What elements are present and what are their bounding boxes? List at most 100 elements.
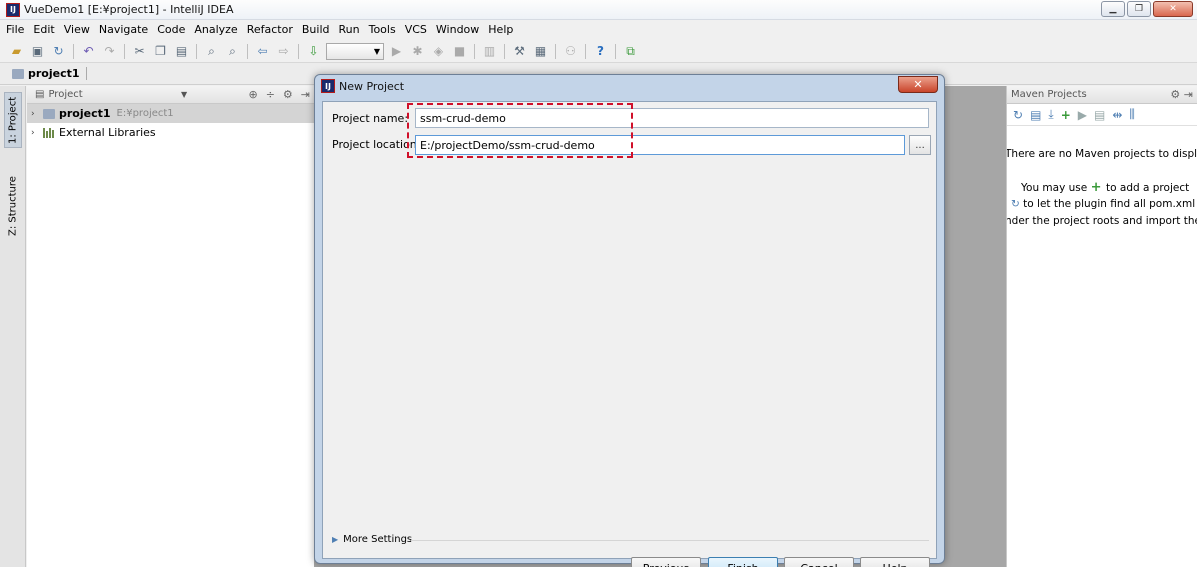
folder-icon bbox=[12, 68, 24, 79]
maven-tool-window: Maven Projects ⚙ ⇥ ↻ ▤ ⤓ + ▶ ▤ ⇹ ⫼ There… bbox=[1006, 86, 1197, 567]
run-config-combo[interactable]: ▼ bbox=[326, 42, 384, 60]
toolbar-separator bbox=[555, 43, 556, 59]
project-name-input[interactable] bbox=[415, 108, 929, 128]
close-icon: ✕ bbox=[913, 78, 923, 91]
help-button[interactable]: Help bbox=[860, 557, 930, 567]
tab-project-label: 1: Project bbox=[7, 96, 19, 144]
more-settings-toggle[interactable]: ▶ More Settings bbox=[332, 534, 412, 545]
menu-tools[interactable]: Tools bbox=[369, 23, 396, 36]
more-settings-label: More Settings bbox=[343, 534, 413, 545]
project-structure-icon[interactable]: ▦ bbox=[532, 43, 549, 60]
menu-build[interactable]: Build bbox=[302, 23, 330, 36]
menu-window[interactable]: Window bbox=[436, 23, 479, 36]
skip-tests-icon[interactable]: ⫼ bbox=[1129, 107, 1135, 122]
run-maven-icon[interactable]: ▶ bbox=[1078, 108, 1087, 122]
gear-icon[interactable]: ⚙ bbox=[1170, 88, 1180, 101]
menu-run[interactable]: Run bbox=[339, 23, 360, 36]
tree-item-external-libraries[interactable]: › External Libraries bbox=[27, 123, 314, 142]
sync-icon[interactable]: ↻ bbox=[50, 43, 67, 60]
minimize-button[interactable]: ▁ bbox=[1101, 1, 1125, 17]
toggle-offline-icon[interactable]: ⇹ bbox=[1112, 108, 1122, 122]
menu-vcs[interactable]: VCS bbox=[405, 23, 427, 36]
dialog-title: New Project bbox=[339, 79, 405, 93]
cut-icon[interactable]: ✂ bbox=[131, 43, 148, 60]
chevron-down-icon: ▼ bbox=[373, 46, 380, 56]
undo-icon[interactable]: ↶ bbox=[80, 43, 97, 60]
maven-panel-actions: ⚙ ⇥ bbox=[1170, 88, 1193, 101]
maven-toolbar: ↻ ▤ ⤓ + ▶ ▤ ⇹ ⫼ bbox=[1007, 104, 1197, 126]
browse-location-button[interactable]: ... bbox=[909, 135, 931, 155]
paste-icon[interactable]: ▤ bbox=[173, 43, 190, 60]
tree-item-label: project1 bbox=[59, 107, 111, 120]
help-icon[interactable]: ? bbox=[592, 43, 609, 60]
breadcrumb-project[interactable]: project1 bbox=[28, 67, 87, 80]
menu-view[interactable]: View bbox=[64, 23, 90, 36]
chevron-right-icon: ▶ bbox=[332, 535, 339, 544]
menu-analyze[interactable]: Analyze bbox=[194, 23, 237, 36]
open-folder-icon[interactable]: ▰ bbox=[8, 43, 25, 60]
vcs-icon[interactable]: ▥ bbox=[481, 43, 498, 60]
plugin-icon[interactable]: ⧉ bbox=[622, 43, 639, 60]
cancel-button[interactable]: Cancel bbox=[784, 557, 854, 567]
download-icon[interactable]: ⤓ bbox=[1048, 107, 1053, 122]
project-panel-actions: ⊕ ÷ ⚙ ⇥ bbox=[248, 88, 310, 101]
save-icon[interactable]: ▣ bbox=[29, 43, 46, 60]
project-view-selector[interactable]: Project bbox=[48, 89, 82, 100]
project-panel-icon: ▤ bbox=[35, 89, 45, 100]
menu-edit[interactable]: Edit bbox=[33, 23, 54, 36]
finish-button[interactable]: Finish bbox=[708, 557, 778, 567]
maven-hint-text: to add a project bbox=[1106, 182, 1190, 194]
scroll-to-source-icon[interactable]: ⊕ bbox=[248, 88, 257, 101]
project-location-input[interactable] bbox=[415, 135, 905, 155]
execute-goal-icon[interactable]: ▤ bbox=[1094, 108, 1105, 122]
find-icon[interactable]: ⌕ bbox=[203, 43, 220, 60]
dialog-close-button[interactable]: ✕ bbox=[898, 76, 938, 93]
menu-help[interactable]: Help bbox=[488, 23, 513, 36]
restore-button[interactable]: ❐ bbox=[1127, 1, 1151, 17]
gear-icon[interactable]: ⚙ bbox=[283, 88, 293, 101]
back-icon[interactable]: ⇦ bbox=[254, 43, 271, 60]
chevron-right-icon[interactable]: › bbox=[31, 109, 43, 119]
settings-icon[interactable]: ⚒ bbox=[511, 43, 528, 60]
tab-structure[interactable]: Z: Structure bbox=[4, 170, 22, 242]
sdk-icon[interactable]: ⚇ bbox=[562, 43, 579, 60]
tree-item-project1[interactable]: › project1 E:¥project1 bbox=[27, 104, 314, 123]
collapse-all-icon[interactable]: ÷ bbox=[266, 88, 275, 101]
tree-item-label: External Libraries bbox=[59, 126, 156, 139]
copy-icon[interactable]: ❐ bbox=[152, 43, 169, 60]
window-title-bar: IJ VueDemo1 [E:¥project1] - IntelliJ IDE… bbox=[0, 0, 1197, 20]
previous-button[interactable]: Previous bbox=[631, 557, 701, 567]
tab-project[interactable]: 1: Project bbox=[4, 92, 22, 148]
debug-icon[interactable]: ✱ bbox=[409, 43, 426, 60]
maven-hint-text: You may use bbox=[1021, 182, 1088, 194]
toolbar-separator bbox=[615, 43, 616, 59]
hide-icon[interactable]: ⇥ bbox=[1184, 88, 1193, 101]
menu-code[interactable]: Code bbox=[157, 23, 185, 36]
library-icon bbox=[43, 127, 55, 138]
menu-refactor[interactable]: Refactor bbox=[247, 23, 293, 36]
coverage-icon[interactable]: ◈ bbox=[430, 43, 447, 60]
dialog-title-bar: IJ New Project bbox=[321, 79, 404, 93]
maven-empty-message: There are no Maven projects to displa bbox=[1006, 148, 1197, 160]
build-icon[interactable]: ⇩ bbox=[305, 43, 322, 60]
left-tool-strip: 1: Project Z: Structure bbox=[0, 86, 26, 567]
redo-icon[interactable]: ↷ bbox=[101, 43, 118, 60]
menu-navigate[interactable]: Navigate bbox=[99, 23, 148, 36]
reimport-icon[interactable]: ↻ bbox=[1013, 108, 1023, 122]
close-window-button[interactable]: ✕ bbox=[1153, 1, 1193, 17]
intellij-logo-icon: IJ bbox=[6, 2, 20, 17]
chevron-right-icon[interactable]: › bbox=[31, 128, 43, 138]
chevron-down-icon[interactable]: ▼ bbox=[181, 90, 187, 99]
run-icon[interactable]: ▶ bbox=[388, 43, 405, 60]
hide-icon[interactable]: ⇥ bbox=[301, 88, 310, 101]
add-maven-project-icon[interactable]: + bbox=[1061, 108, 1071, 122]
stop-icon[interactable]: ■ bbox=[451, 43, 468, 60]
intellij-logo-icon: IJ bbox=[321, 79, 335, 93]
replace-icon[interactable]: ⌕ bbox=[224, 43, 241, 60]
menu-bar: File Edit View Navigate Code Analyze Ref… bbox=[0, 20, 1197, 39]
forward-icon[interactable]: ⇨ bbox=[275, 43, 292, 60]
menu-file[interactable]: File bbox=[6, 23, 24, 36]
generate-sources-icon[interactable]: ▤ bbox=[1030, 108, 1041, 122]
maven-hint-text: to let the plugin find all pom.xml bbox=[1023, 198, 1196, 210]
tree-item-path: E:¥project1 bbox=[116, 108, 174, 119]
